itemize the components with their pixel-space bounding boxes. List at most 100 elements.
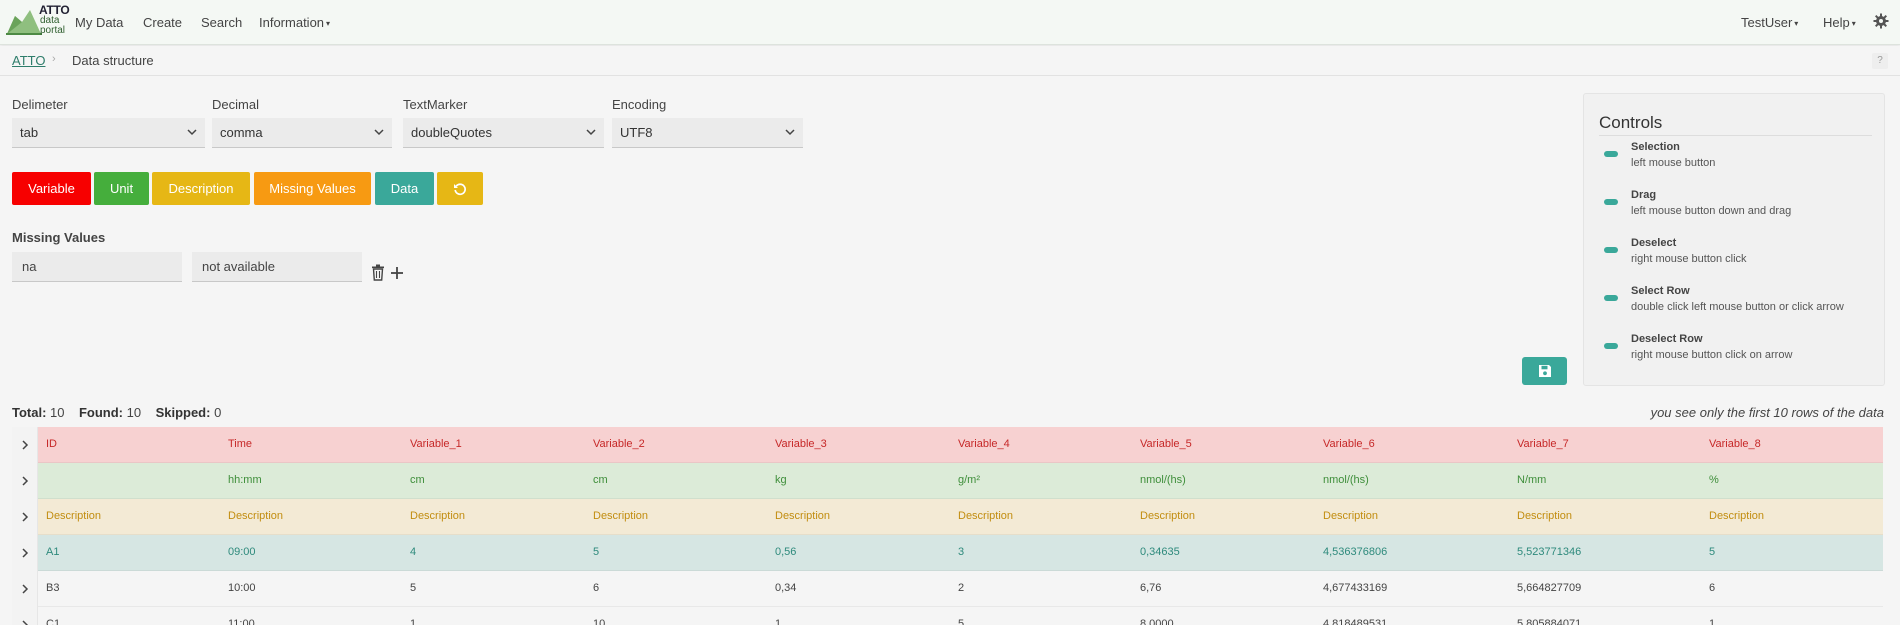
table-cell[interactable]: Description bbox=[228, 510, 283, 522]
table-cell[interactable]: Description bbox=[958, 510, 1013, 522]
table-cell[interactable]: Time bbox=[228, 438, 252, 450]
nav-search[interactable]: Search bbox=[201, 15, 242, 30]
table-cell[interactable]: 1 bbox=[1709, 618, 1715, 625]
unit-button[interactable]: Unit bbox=[94, 172, 149, 205]
table-cell[interactable]: kg bbox=[775, 474, 787, 486]
table-cell[interactable]: Variable_6 bbox=[1323, 438, 1375, 450]
gear-icon[interactable] bbox=[1873, 13, 1889, 29]
table-cell[interactable]: 6,76 bbox=[1140, 582, 1161, 594]
table-cell[interactable]: 09:00 bbox=[228, 546, 256, 558]
table-cell[interactable]: 10:00 bbox=[228, 582, 256, 594]
data-button[interactable]: Data bbox=[375, 172, 434, 205]
textmarker-select[interactable]: doubleQuotes bbox=[403, 118, 604, 148]
table-cell[interactable]: Description bbox=[46, 510, 101, 522]
table-cell[interactable]: cm bbox=[593, 474, 608, 486]
table-cell[interactable]: 1 bbox=[410, 618, 416, 625]
table-cell[interactable]: 5 bbox=[410, 582, 416, 594]
table-cell[interactable]: Description bbox=[775, 510, 830, 522]
table-cell[interactable]: Description bbox=[1517, 510, 1572, 522]
table-cell[interactable]: C1 bbox=[46, 618, 60, 625]
missing-value-input[interactable] bbox=[12, 252, 182, 282]
table-cell[interactable]: 10 bbox=[593, 618, 605, 625]
table-cell[interactable]: Variable_2 bbox=[593, 438, 645, 450]
row-select-arrow[interactable] bbox=[12, 535, 38, 571]
control-description: right mouse button click on arrow bbox=[1631, 349, 1793, 361]
table-cell[interactable]: 4,677433169 bbox=[1323, 582, 1387, 594]
table-cell[interactable]: 5 bbox=[958, 618, 964, 625]
textmarker-label: TextMarker bbox=[403, 97, 468, 112]
table-cell[interactable]: 6 bbox=[593, 582, 599, 594]
table-cell[interactable]: N/mm bbox=[1517, 474, 1546, 486]
table-cell[interactable]: Variable_1 bbox=[410, 438, 462, 450]
table-cell[interactable]: 5 bbox=[593, 546, 599, 558]
table-cell[interactable]: nmol/(hs) bbox=[1323, 474, 1369, 486]
table-cell[interactable]: 0,56 bbox=[775, 546, 796, 558]
table-cell[interactable]: 0,34635 bbox=[1140, 546, 1180, 558]
help-question-button[interactable]: ? bbox=[1872, 53, 1888, 69]
table-cell[interactable]: A1 bbox=[46, 546, 59, 558]
nav-create[interactable]: Create bbox=[143, 15, 182, 30]
variable-button[interactable]: Variable bbox=[12, 172, 91, 205]
table-cell[interactable]: Variable_8 bbox=[1709, 438, 1761, 450]
table-cell[interactable]: 4,536376806 bbox=[1323, 546, 1387, 558]
encoding-select[interactable]: UTF8 bbox=[612, 118, 803, 148]
row-select-arrow[interactable] bbox=[12, 607, 38, 625]
variable-row[interactable]: ID Time Variable_1 Variable_2 Variable_3 Vari… bbox=[12, 427, 1883, 463]
table-cell[interactable]: Variable_5 bbox=[1140, 438, 1192, 450]
row-select-arrow[interactable] bbox=[12, 499, 38, 535]
table-cell[interactable]: Description bbox=[593, 510, 648, 522]
help-menu[interactable]: Help ▾ bbox=[1823, 15, 1856, 30]
missing-values-button[interactable]: Missing Values bbox=[254, 172, 371, 205]
delimiter-select[interactable]: tab bbox=[12, 118, 205, 148]
table-cell[interactable]: % bbox=[1709, 474, 1719, 486]
trash-icon[interactable] bbox=[371, 264, 385, 281]
atto-logo[interactable]: ATTO data portal bbox=[6, 2, 70, 40]
table-cell[interactable]: ID bbox=[46, 438, 57, 450]
reset-button[interactable] bbox=[437, 172, 483, 205]
table-cell[interactable]: 5,805884071 bbox=[1517, 618, 1581, 625]
table-cell[interactable]: 0,34 bbox=[775, 582, 796, 594]
table-cell[interactable]: 8,0000 bbox=[1140, 618, 1174, 625]
row-limit-note: you see only the first 10 rows of the da… bbox=[1650, 405, 1884, 420]
table-cell[interactable]: Description bbox=[410, 510, 465, 522]
breadcrumb-root-link[interactable]: ATTO bbox=[12, 53, 45, 68]
table-cell[interactable]: Variable_4 bbox=[958, 438, 1010, 450]
nav-my-data[interactable]: My Data bbox=[75, 15, 123, 30]
table-cell[interactable]: 4,818489531 bbox=[1323, 618, 1387, 625]
save-button[interactable] bbox=[1522, 357, 1567, 385]
table-cell[interactable]: Variable_7 bbox=[1517, 438, 1569, 450]
table-cell[interactable]: g/m² bbox=[958, 474, 980, 486]
table-cell[interactable]: 5,664827709 bbox=[1517, 582, 1581, 594]
missing-description-input[interactable] bbox=[192, 252, 362, 282]
table-cell[interactable]: 6 bbox=[1709, 582, 1715, 594]
table-cell[interactable]: Description bbox=[1140, 510, 1195, 522]
table-cell[interactable]: 5,523771346 bbox=[1517, 546, 1581, 558]
table-cell[interactable]: Description bbox=[1709, 510, 1764, 522]
table-cell[interactable]: cm bbox=[410, 474, 425, 486]
description-row[interactable]: Description Description Description Descrip… bbox=[12, 499, 1883, 535]
data-row[interactable]: B3 10:00 5 6 0,34 2 6,76 4,677433169 5,664827709… bbox=[12, 571, 1883, 607]
table-cell[interactable]: nmol/(hs) bbox=[1140, 474, 1186, 486]
table-cell[interactable]: 1 bbox=[775, 618, 781, 625]
user-menu[interactable]: TestUser ▾ bbox=[1741, 15, 1798, 30]
decimal-select[interactable]: comma bbox=[212, 118, 392, 148]
table-cell[interactable]: 5 bbox=[1709, 546, 1715, 558]
table-cell[interactable]: 2 bbox=[958, 582, 964, 594]
row-select-arrow[interactable] bbox=[12, 427, 38, 463]
row-select-arrow[interactable] bbox=[12, 571, 38, 607]
table-cell[interactable]: Description bbox=[1323, 510, 1378, 522]
data-row[interactable]: C1 11:00 1 10 1 5 8,0000 4,818489531 5,805884071… bbox=[12, 607, 1883, 625]
table-cell[interactable]: B3 bbox=[46, 582, 59, 594]
table-cell[interactable]: hh:mm bbox=[228, 474, 262, 486]
unit-row[interactable]: hh:mm cm cm kg g/m² nmol/(hs) nmol/(hs) N/mm% bbox=[12, 463, 1883, 499]
delimiter-value: tab bbox=[20, 125, 39, 140]
add-icon[interactable] bbox=[390, 266, 404, 280]
table-cell[interactable]: 11:00 bbox=[228, 618, 255, 625]
table-cell[interactable]: 4 bbox=[410, 546, 416, 558]
nav-information-menu[interactable]: Information ▾ bbox=[259, 15, 330, 30]
row-select-arrow[interactable] bbox=[12, 463, 38, 499]
table-cell[interactable]: 3 bbox=[958, 546, 964, 558]
data-row[interactable]: A1 09:00 4 5 0,56 3 0,34635 4,536376806 5,523771… bbox=[12, 535, 1883, 571]
table-cell[interactable]: Variable_3 bbox=[775, 438, 827, 450]
description-button[interactable]: Description bbox=[152, 172, 250, 205]
